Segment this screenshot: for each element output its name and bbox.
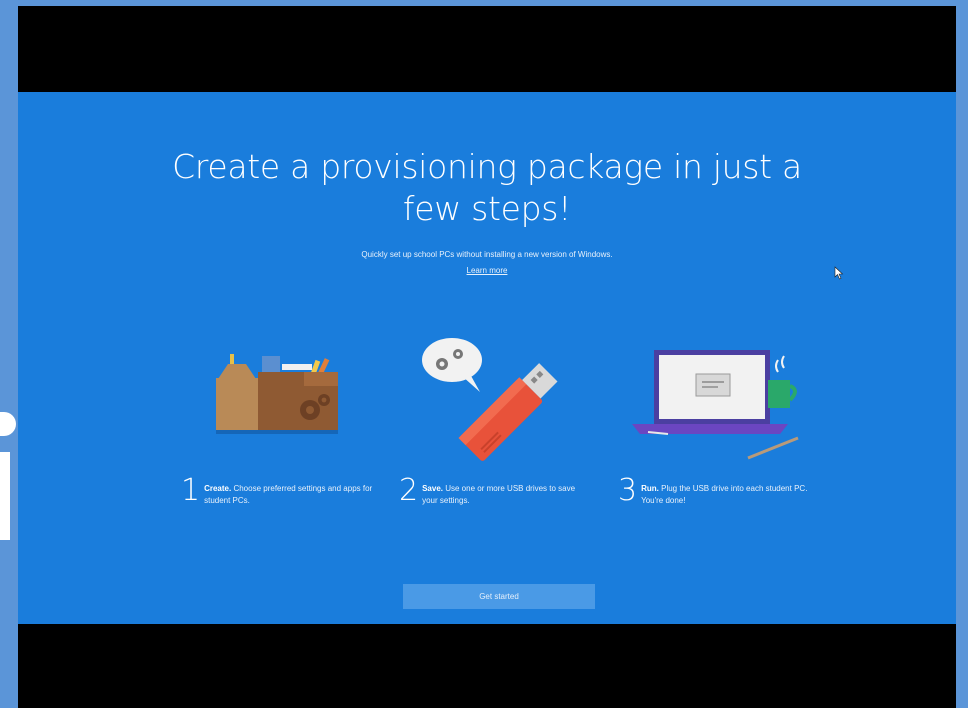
step-save: 2 Save. Use one or more USB drives to sa… <box>399 476 592 507</box>
laptop-icon <box>632 350 799 460</box>
letterbox-top <box>18 6 956 92</box>
step-title: Save. <box>422 484 443 493</box>
decoration-bar <box>0 452 10 540</box>
video-frame: Create a provisioning package in just a … <box>18 6 956 708</box>
get-started-button[interactable]: Get started <box>403 584 595 609</box>
step-title: Run. <box>641 484 659 493</box>
step-number: 3 <box>618 473 638 508</box>
step-text: Create. Choose preferred settings and ap… <box>204 483 374 507</box>
page-title: Create a provisioning package in just a … <box>18 146 956 230</box>
step-create: 1 Create. Choose preferred settings and … <box>181 476 374 507</box>
decoration-dot <box>0 412 16 436</box>
step-run: 3 Run. Plug the USB drive into each stud… <box>618 476 811 507</box>
learn-more-link[interactable]: Learn more <box>18 266 956 275</box>
toolbox-icon <box>216 354 338 434</box>
step-title: Create. <box>204 484 232 493</box>
title-line-2: few steps! <box>402 189 572 228</box>
cursor-icon <box>834 266 844 280</box>
usb-drive-icon <box>422 338 558 461</box>
letterbox-bottom <box>18 624 956 708</box>
subtitle: Quickly set up school PCs without instal… <box>361 250 613 259</box>
step-description: Use one or more USB drives to save your … <box>422 484 576 505</box>
title-line-1: Create a provisioning package in just a <box>172 147 802 186</box>
step-number: 2 <box>399 473 419 508</box>
step-text: Run. Plug the USB drive into each studen… <box>641 483 811 507</box>
step-description: Plug the USB drive into each student PC.… <box>641 484 808 505</box>
step-text: Save. Use one or more USB drives to save… <box>422 483 592 507</box>
step-number: 1 <box>181 473 201 508</box>
